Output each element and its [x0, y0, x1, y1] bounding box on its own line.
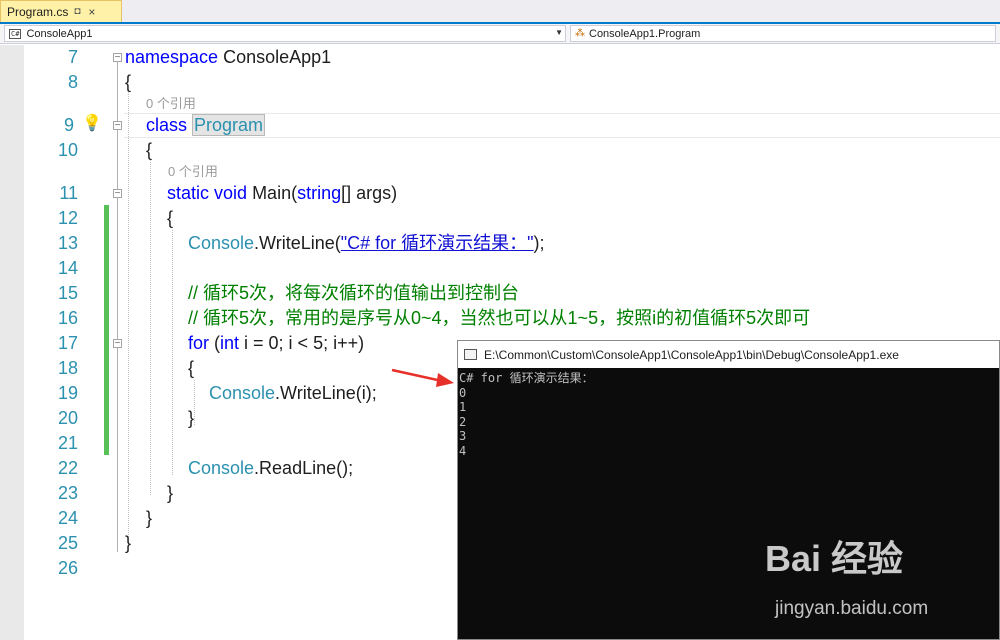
line-number: 12 — [57, 208, 78, 228]
method-call: .WriteLine(i); — [275, 383, 377, 403]
line-number: 16 — [57, 308, 78, 328]
code-line: 9 💡 − class Program — [0, 113, 1000, 138]
brace: } — [125, 533, 132, 553]
watermark-logo: Bai 经验 — [765, 538, 904, 579]
console-line: 2 — [459, 414, 467, 429]
line-number: 10 — [57, 140, 78, 160]
collapse-icon[interactable]: − — [113, 121, 122, 131]
console-app-icon — [464, 349, 477, 360]
type-name: Console — [209, 383, 276, 403]
pin-icon[interactable]: ◘ — [74, 6, 80, 17]
parameters: [] args) — [341, 183, 398, 203]
console-line: 0 — [459, 385, 467, 400]
brace: { — [167, 208, 174, 228]
red-arrow-icon — [391, 368, 454, 387]
keyword: namespace — [125, 47, 219, 67]
method-call: .WriteLine( — [254, 233, 341, 253]
string-literal: "C# for 循环演示结果：" — [340, 233, 534, 253]
navigation-bar: C# ConsoleApp1 ▼ ⁂ ConsoleApp1.Program — [0, 24, 1000, 44]
brace: { — [146, 140, 153, 160]
line-number: 23 — [57, 483, 78, 503]
console-line: 4 — [459, 443, 467, 458]
line-number: 25 — [57, 533, 78, 553]
lightbulb-icon[interactable]: 💡 — [82, 113, 102, 133]
paren: ( — [209, 333, 221, 353]
method-call: .ReadLine(); — [254, 458, 354, 478]
tab-filename: Program.cs — [7, 4, 69, 19]
line-number: 15 — [57, 283, 78, 303]
type-name: Console — [188, 233, 255, 253]
line-number: 7 — [67, 47, 78, 67]
code-line: 7 − namespace ConsoleApp1 — [0, 45, 1000, 70]
console-line: 3 — [459, 429, 467, 443]
document-tab-strip: Program.cs ◘ × — [0, 0, 1000, 24]
code-line: 13 Console.WriteLine("C# for 循环演示结果："); — [0, 231, 1000, 256]
line-number: 14 — [57, 258, 78, 278]
line-number: 24 — [57, 508, 78, 528]
keyword: for — [188, 333, 210, 353]
keyword: class — [146, 115, 188, 135]
brace: } — [146, 508, 153, 528]
console-title-bar[interactable]: E:\Common\Custom\ConsoleApp1\ConsoleApp1… — [458, 341, 999, 368]
line-number: 21 — [57, 433, 78, 453]
codelens-references[interactable]: 0 个引用 — [146, 94, 196, 114]
code-line: 10 { — [0, 138, 1000, 163]
line-number: 20 — [57, 408, 78, 428]
brace: { — [188, 358, 195, 378]
brace: { — [125, 72, 132, 92]
csharp-project-icon: C# — [9, 28, 22, 39]
class-name: Program — [192, 114, 266, 136]
watermark-url: jingyan.baidu.com — [775, 598, 929, 619]
line-number: 17 — [57, 333, 78, 353]
code-line: 8 { — [0, 70, 1000, 95]
collapse-icon[interactable]: − — [113, 189, 122, 199]
code-line: 14 — [0, 256, 1000, 281]
line-number: 8 — [67, 72, 78, 92]
brace: } — [167, 483, 174, 503]
comment: // 循环5次，常用的是序号从0~4，当然也可以从1~5，按照i的初值循环5次即… — [188, 308, 811, 328]
baidu-jingyan-watermark: Bai 经验 jingyan.baidu.com — [765, 530, 985, 620]
close-icon[interactable]: × — [88, 5, 95, 19]
line-number: 19 — [57, 383, 78, 403]
line-number: 9 — [63, 115, 74, 135]
console-line: C# for 循环演示结果： — [459, 371, 594, 385]
comment: // 循环5次，将每次循环的值输出到控制台 — [188, 283, 520, 303]
codelens-references[interactable]: 0 个引用 — [168, 162, 218, 182]
keyword: static — [167, 183, 210, 203]
code-line: 15 // 循环5次，将每次循环的值输出到控制台 — [0, 281, 1000, 306]
loop-header: i = 0; i < 5; i++) — [239, 333, 365, 353]
keyword: int — [220, 333, 240, 353]
code-line: 12 { — [0, 206, 1000, 231]
chevron-down-icon[interactable]: ▼ — [555, 28, 563, 37]
tab-program-cs[interactable]: Program.cs ◘ × — [0, 0, 122, 22]
method-name: Main( — [247, 183, 298, 203]
code-line: 11 − static void Main(string[] args) — [0, 181, 1000, 206]
member-name: ConsoleApp1.Program — [589, 27, 701, 40]
brace: } — [188, 408, 195, 428]
console-title: E:\Common\Custom\ConsoleApp1\ConsoleApp1… — [484, 347, 899, 362]
class-icon: ⁂ — [575, 28, 585, 39]
keyword: void — [214, 183, 248, 203]
type-name: Console — [188, 458, 255, 478]
line-number: 18 — [57, 358, 78, 378]
member-dropdown[interactable]: ⁂ ConsoleApp1.Program — [570, 25, 996, 42]
namespace-name: ConsoleApp1 — [218, 47, 332, 67]
keyword: string — [297, 183, 342, 203]
statement-end: ); — [533, 233, 545, 253]
line-number: 11 — [59, 183, 78, 203]
line-number: 26 — [57, 558, 78, 578]
collapse-icon[interactable]: − — [113, 53, 122, 63]
line-number: 13 — [57, 233, 78, 253]
console-line: 1 — [459, 400, 467, 414]
collapse-icon[interactable]: − — [113, 339, 122, 349]
line-number: 22 — [57, 458, 78, 478]
code-line: 16 // 循环5次，常用的是序号从0~4，当然也可以从1~5，按照i的初值循环… — [0, 306, 1000, 331]
project-name: ConsoleApp1 — [26, 27, 93, 40]
project-dropdown[interactable]: C# ConsoleApp1 ▼ — [4, 25, 566, 42]
